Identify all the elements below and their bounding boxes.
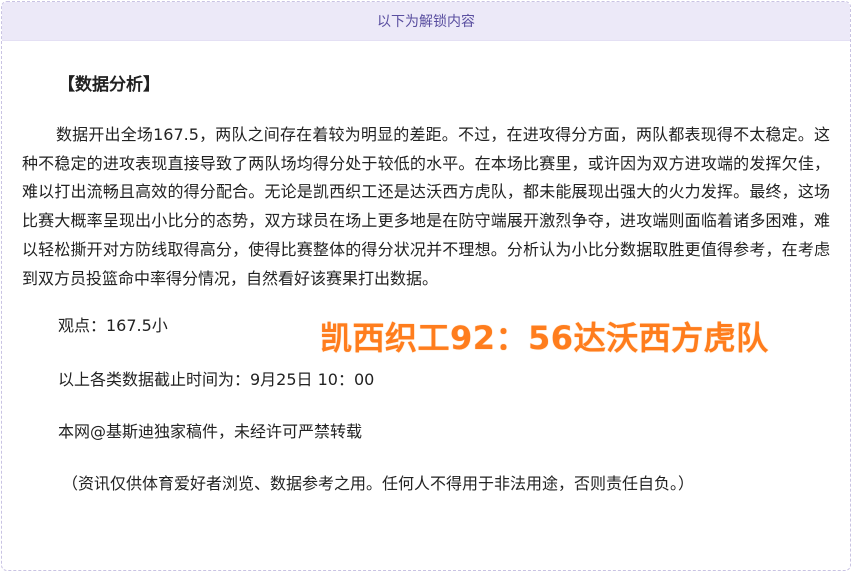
unlock-header: 以下为解锁内容 xyxy=(2,2,850,41)
viewpoint-line: 观点：167.5小 xyxy=(58,316,168,335)
unlock-header-text: 以下为解锁内容 xyxy=(377,14,475,30)
data-cutoff-line: 以上各类数据截止时间为：9月25日 10：00 xyxy=(58,370,375,389)
section-title: 【数据分析】 xyxy=(58,75,160,95)
disclaimer-notice: （资讯仅供体育爱好者浏览、数据参考之用。任何人不得用于非法用途，否则责任自负。） xyxy=(62,474,695,493)
unlocked-content-panel: 以下为解锁内容 【数据分析】 数据开出全场167.5，两队之间存在着较为明显的差… xyxy=(1,1,851,571)
copyright-notice: 本网@基斯迪独家稿件，未经许可严禁转载 xyxy=(58,422,363,441)
analysis-paragraph: 数据开出全场167.5，两队之间存在着较为明显的差距。不过，在进攻得分方面，两队… xyxy=(22,125,830,288)
final-score-overlay: 凯西织工92：56达沃西方虎队 xyxy=(320,319,769,357)
